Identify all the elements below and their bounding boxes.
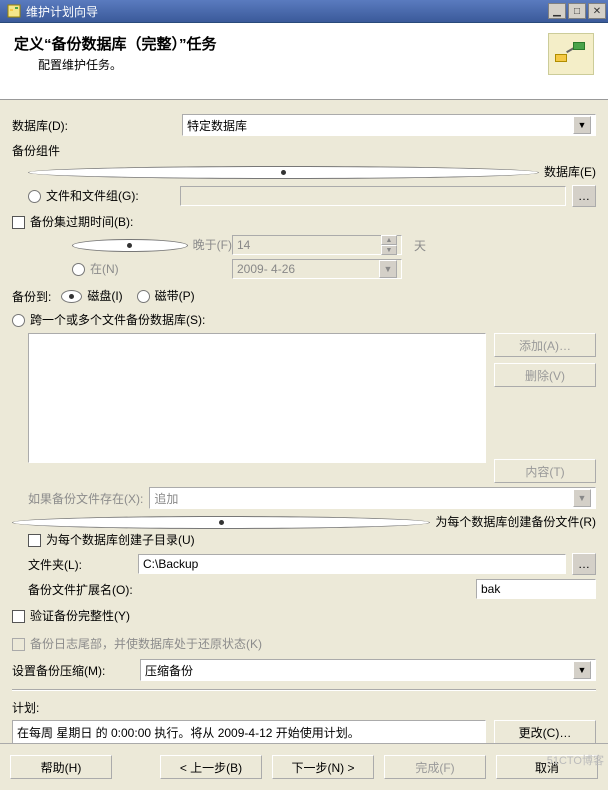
radio-dot-icon bbox=[12, 314, 25, 327]
check-expire[interactable]: 备份集过期时间(B): bbox=[12, 213, 596, 231]
exists-dropdown: 追加 ▼ bbox=[149, 487, 596, 509]
databases-dropdown[interactable]: 特定数据库 ▼ bbox=[182, 114, 596, 136]
databases-value: 特定数据库 bbox=[187, 117, 247, 134]
check-subdir[interactable]: 为每个数据库创建子目录(U) bbox=[28, 531, 596, 549]
wizard-icon bbox=[548, 33, 594, 75]
extension-field[interactable]: bak bbox=[476, 579, 596, 599]
radio-dot-icon bbox=[72, 239, 188, 252]
window-title: 维护计划向导 bbox=[26, 3, 548, 20]
add-file-button: 添加(A)… bbox=[494, 333, 596, 357]
databases-label: 数据库(D): bbox=[12, 117, 182, 134]
backup-files-list[interactable] bbox=[28, 333, 486, 463]
expire-days-unit: 天 bbox=[414, 237, 426, 254]
checkbox-icon bbox=[12, 610, 25, 623]
folder-field[interactable]: C:\Backup bbox=[138, 554, 566, 574]
radio-dot-icon bbox=[137, 290, 150, 303]
radio-dot-icon bbox=[12, 516, 430, 529]
check-verify[interactable]: 验证备份完整性(Y) bbox=[12, 607, 596, 625]
radio-dot-icon bbox=[28, 190, 41, 203]
maximize-button[interactable]: □ bbox=[568, 3, 586, 19]
chevron-down-icon: ▼ bbox=[573, 661, 591, 679]
finish-button: 完成(F) bbox=[384, 755, 486, 779]
change-schedule-button[interactable]: 更改(C)… bbox=[494, 720, 596, 744]
chevron-down-icon: ▼ bbox=[379, 260, 397, 278]
folder-browse-button[interactable]: … bbox=[572, 553, 596, 575]
checkbox-icon bbox=[12, 638, 25, 651]
radio-disk[interactable]: 磁盘(I) bbox=[61, 287, 122, 305]
expire-days-field: 14 ▲▼ bbox=[232, 235, 402, 255]
checkbox-icon bbox=[28, 534, 41, 547]
filegroups-field bbox=[180, 186, 566, 206]
radio-dot-icon bbox=[72, 263, 85, 276]
compression-dropdown[interactable]: 压缩备份 ▼ bbox=[140, 659, 596, 681]
compression-label: 设置备份压缩(M): bbox=[12, 662, 140, 679]
chevron-down-icon: ▼ bbox=[573, 489, 591, 507]
folder-label: 文件夹(L): bbox=[28, 556, 138, 573]
spinner-icon: ▲▼ bbox=[381, 235, 397, 255]
page-title: 定义“备份数据库（完整）”任务 bbox=[14, 33, 217, 54]
radio-span-files[interactable]: 跨一个或多个文件备份数据库(S): bbox=[12, 311, 596, 329]
radio-expire-after: 晚于(F) bbox=[72, 236, 232, 254]
next-button[interactable]: 下一步(N) > bbox=[272, 755, 374, 779]
checkbox-icon bbox=[12, 216, 25, 229]
radio-filegroups[interactable]: 文件和文件组(G): bbox=[28, 187, 180, 205]
backup-to-label: 备份到: bbox=[12, 288, 51, 305]
minimize-button[interactable]: ▁ bbox=[548, 3, 566, 19]
radio-dot-icon bbox=[61, 290, 82, 303]
extension-label: 备份文件扩展名(O): bbox=[28, 581, 476, 598]
radio-per-db-file[interactable]: 为每个数据库创建备份文件(R) bbox=[12, 513, 596, 531]
back-button[interactable]: < 上一步(B) bbox=[160, 755, 262, 779]
app-icon bbox=[6, 3, 22, 19]
help-button[interactable]: 帮助(H) bbox=[10, 755, 112, 779]
radio-dot-icon bbox=[28, 166, 539, 179]
remove-file-button: 删除(V) bbox=[494, 363, 596, 387]
schedule-text: 在每周 星期日 的 0:00:00 执行。将从 2009-4-12 开始使用计划… bbox=[12, 720, 486, 744]
check-tail-log: 备份日志尾部，并使数据库处于还原状态(K) bbox=[12, 635, 596, 653]
exists-label: 如果备份文件存在(X): bbox=[28, 490, 143, 507]
close-button[interactable]: ✕ bbox=[588, 3, 606, 19]
radio-tape[interactable]: 磁带(P) bbox=[137, 287, 195, 305]
watermark: 51CTO博客 bbox=[547, 752, 604, 768]
page-subtitle: 配置维护任务。 bbox=[38, 56, 217, 73]
chevron-down-icon: ▼ bbox=[573, 116, 591, 134]
contents-button: 内容(T) bbox=[494, 459, 596, 483]
backup-component-group: 备份组件 bbox=[12, 142, 596, 159]
filegroups-browse-button[interactable]: … bbox=[572, 185, 596, 207]
radio-expire-on: 在(N) bbox=[72, 260, 232, 278]
expire-date-field: 2009- 4-26 ▼ bbox=[232, 259, 402, 279]
radio-database[interactable]: 数据库(E) bbox=[28, 163, 596, 181]
schedule-label: 计划: bbox=[12, 699, 596, 716]
